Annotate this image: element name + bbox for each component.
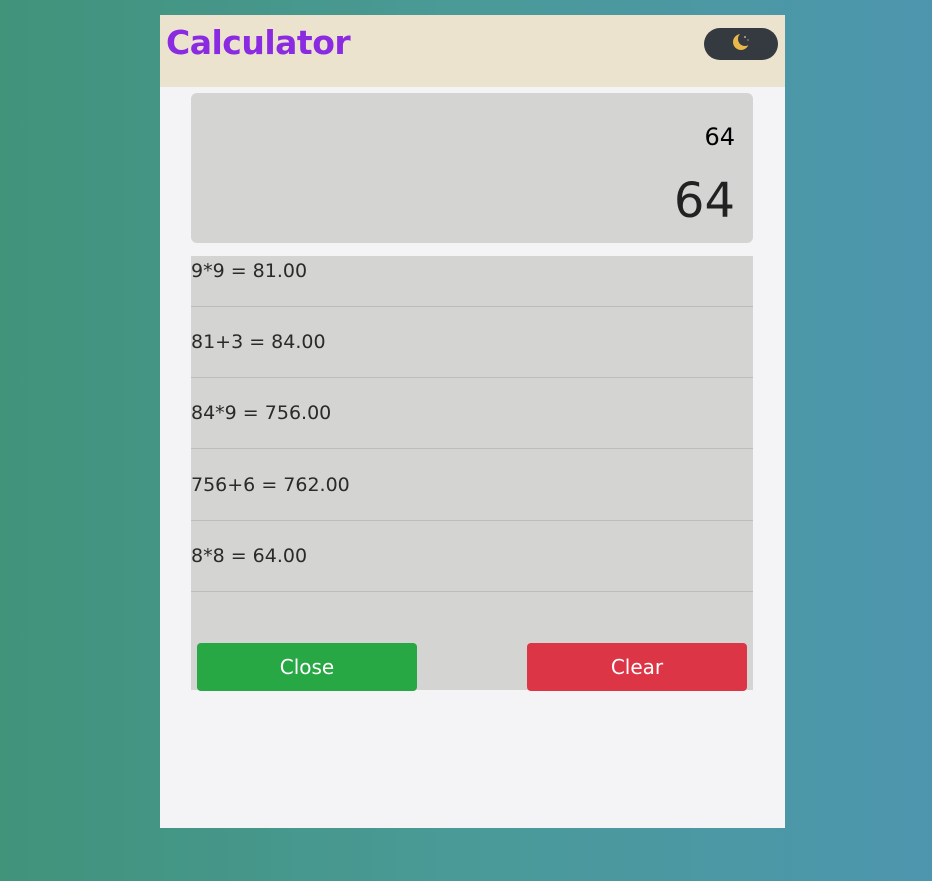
history-item[interactable]: 8*8 = 64.00 <box>191 521 753 592</box>
app-title: Calculator <box>166 23 351 62</box>
clear-button[interactable]: Clear <box>527 643 747 691</box>
history-item-text: 8*8 = 64.00 <box>191 545 308 567</box>
history-item[interactable]: 756+6 = 762.00 <box>191 449 753 521</box>
history-panel: 9*9 = 81.00 81+3 = 84.00 84*9 = 756.00 7… <box>191 256 753 691</box>
history-item[interactable]: 9*9 = 81.00 <box>191 256 753 307</box>
result-text: 64 <box>673 173 735 229</box>
expression-text: 64 <box>704 123 735 151</box>
history-item-text: 81+3 = 84.00 <box>191 331 326 353</box>
header: Calculator <box>160 15 785 87</box>
moon-icon <box>730 31 752 57</box>
history-item-text: 9*9 = 81.00 <box>191 260 308 282</box>
theme-toggle-button[interactable] <box>704 28 778 60</box>
calculator-display: 64 64 <box>191 93 753 243</box>
history-item[interactable]: 81+3 = 84.00 <box>191 307 753 378</box>
history-item-text: 756+6 = 762.00 <box>191 474 350 496</box>
history-item[interactable]: 84*9 = 756.00 <box>191 378 753 449</box>
history-item-text: 84*9 = 756.00 <box>191 402 332 424</box>
history-list: 9*9 = 81.00 81+3 = 84.00 84*9 = 756.00 7… <box>191 256 753 592</box>
close-button[interactable]: Close <box>197 643 417 691</box>
calculator-app: Calculator 64 64 9*9 = 81.00 81+3 = 84.0… <box>160 15 785 828</box>
